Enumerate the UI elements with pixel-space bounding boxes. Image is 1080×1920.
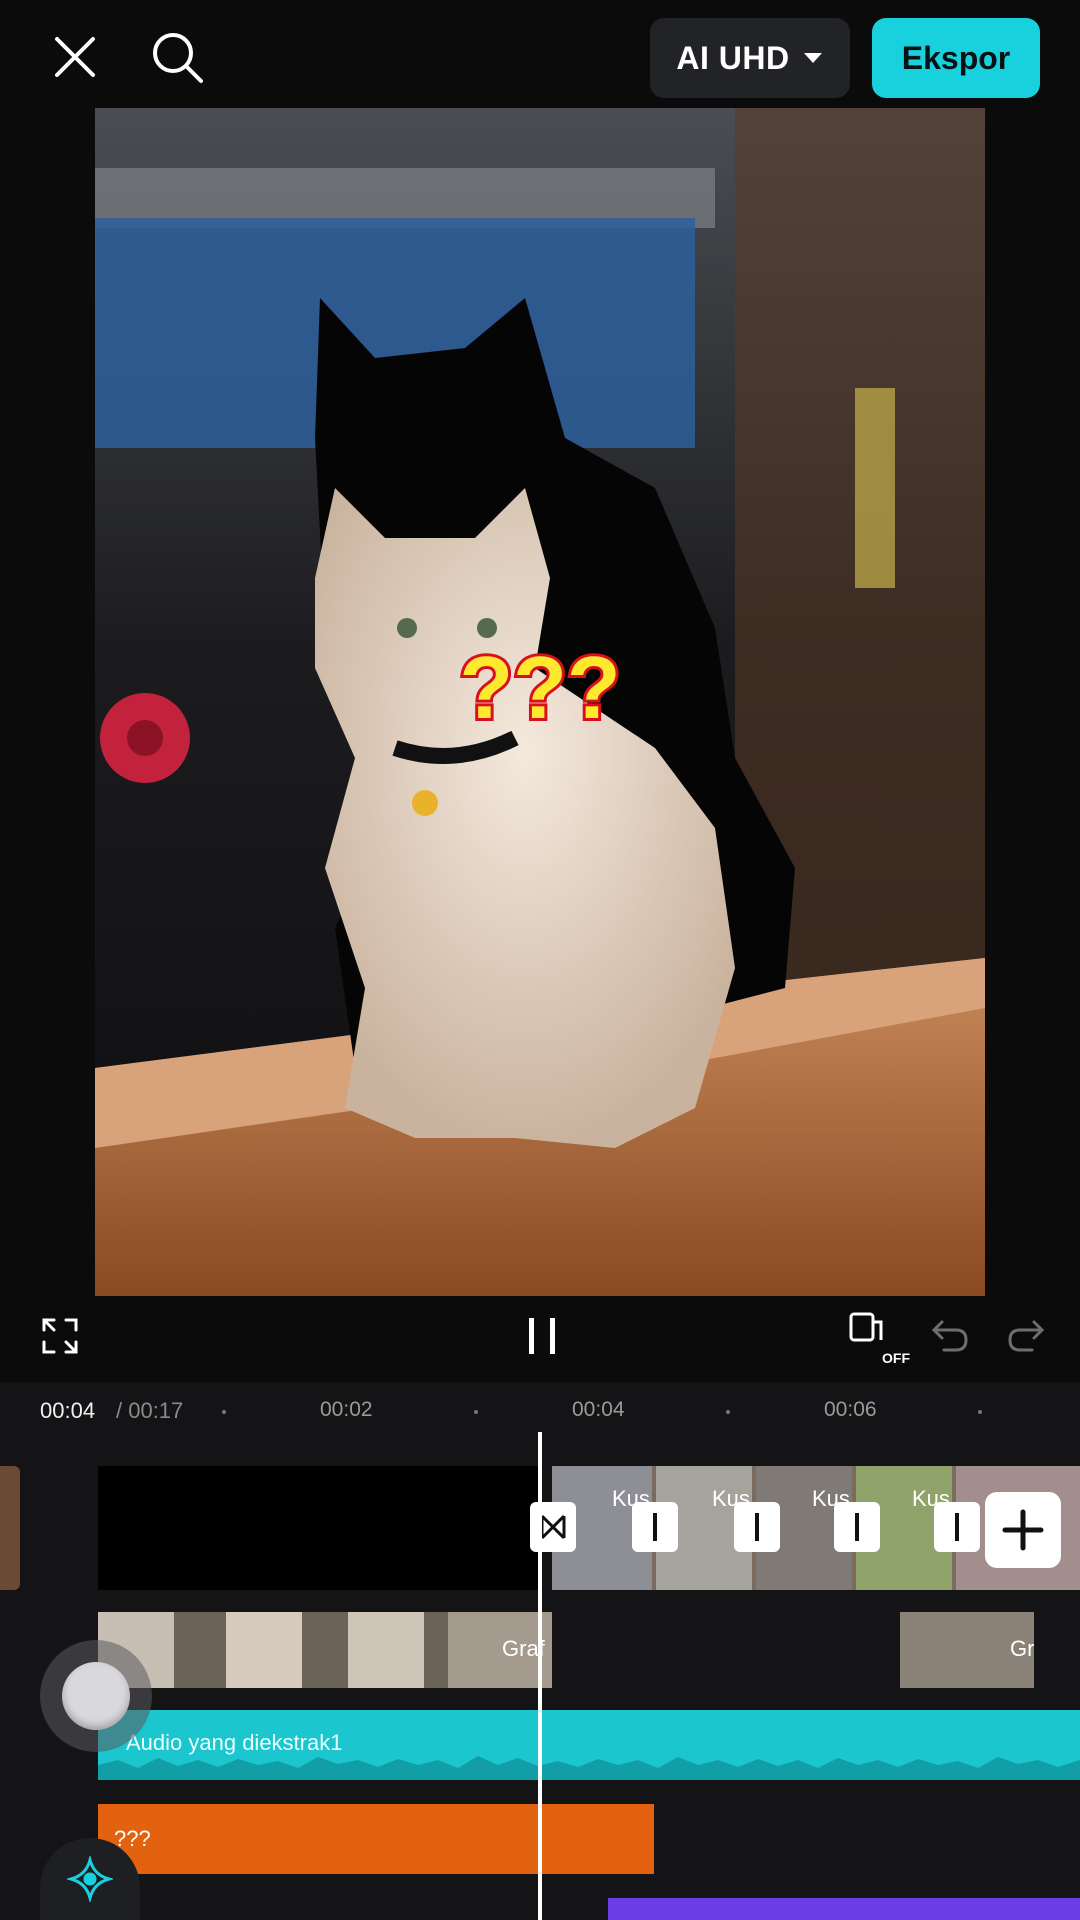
offline-badge: OFF [882,1350,910,1366]
undo-icon [931,1320,968,1352]
redo-icon [1008,1320,1045,1352]
pause-icon [529,1318,555,1354]
transition-button[interactable] [530,1502,576,1552]
ruler-dot [726,1410,730,1414]
close-button[interactable] [40,22,110,92]
playhead[interactable] [538,1432,542,1920]
text-clip[interactable]: ??? [98,1804,654,1874]
fullscreen-button[interactable] [32,1308,88,1364]
overlay-thumb [226,1612,302,1688]
audio-clip[interactable]: Audio yang diekstrak1 [98,1710,1080,1780]
undo-button[interactable] [924,1310,976,1362]
keyframe-toggle-button[interactable]: OFF [842,1306,910,1366]
search-button[interactable] [142,22,212,92]
current-time: 00:04 [40,1398,96,1423]
video-preview[interactable]: ??? [95,108,985,1296]
floating-record-button[interactable] [40,1640,152,1752]
overlay-clip[interactable]: Graf [98,1612,552,1688]
music-clip[interactable] [608,1898,1080,1920]
divider-icon [653,1513,657,1541]
transition-button[interactable] [934,1502,980,1552]
search-icon [153,33,203,83]
divider-icon [855,1513,859,1541]
export-label: Ekspor [901,39,1011,76]
audio-label: Audio yang diekstrak1 [126,1730,343,1755]
preview-scene: ??? [95,108,985,1296]
pause-button[interactable] [514,1306,570,1366]
overlay-clip[interactable]: Gr [900,1612,1034,1688]
export-button[interactable]: Ekspor [872,18,1040,98]
sparkle-icon [67,1856,113,1902]
ruler-dot [222,1410,226,1414]
close-icon [55,37,95,77]
ruler-tick: 00:02 [320,1398,373,1421]
divider-icon [955,1513,959,1541]
add-clip-button[interactable] [985,1492,1061,1568]
transition-button[interactable] [632,1502,678,1552]
quality-selector[interactable]: AI UHD [650,18,850,98]
caret-down-icon [803,53,822,63]
ruler-dot [474,1410,478,1414]
ruler-tick: 00:04 [572,1398,625,1421]
ruler-tick: 00:06 [824,1398,877,1421]
ruler-dot [978,1410,982,1414]
main-track-black-clip[interactable] [98,1466,538,1590]
transition-button[interactable] [834,1502,880,1552]
sticker-text: ??? [459,638,620,737]
cover-thumbnail[interactable] [0,1466,20,1590]
expand-icon [42,1318,78,1354]
record-knob-icon [62,1662,130,1730]
total-time: / 00:17 [116,1398,184,1423]
redo-button[interactable] [1000,1310,1052,1362]
transition-icon [540,1514,566,1540]
transition-button[interactable] [734,1502,780,1552]
plus-icon [1002,1509,1044,1551]
overlay-label: Gr [1010,1636,1034,1661]
quality-label: AI UHD [676,39,790,76]
divider-icon [755,1513,759,1541]
overlay-thumb [348,1612,424,1688]
